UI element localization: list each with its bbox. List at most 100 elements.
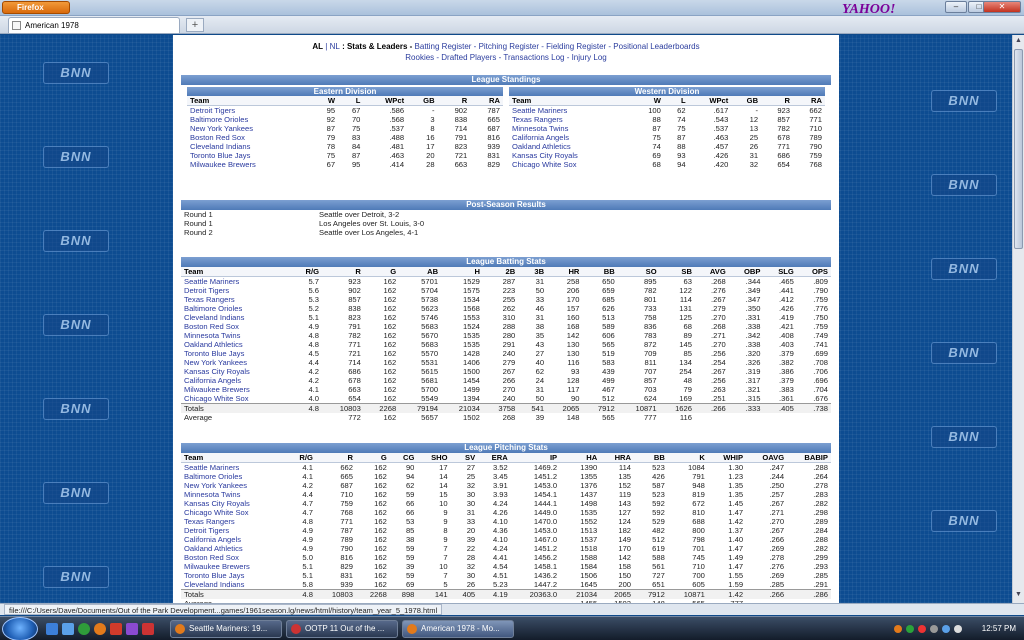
team-link[interactable]: Toronto Blue Jays	[184, 571, 244, 580]
tab-american-1978[interactable]: American 1978	[8, 17, 180, 33]
team-link[interactable]: Boston Red Sox	[184, 322, 239, 331]
nav-transactions-log-link[interactable]: Transactions Log	[503, 53, 564, 62]
firefox-menu-button[interactable]: Firefox	[2, 1, 70, 14]
volume-icon[interactable]	[954, 625, 962, 633]
app-icon[interactable]	[142, 623, 154, 635]
clock[interactable]: 12:57 PM	[982, 620, 1016, 638]
table-cell: 93	[570, 367, 580, 376]
table-cell: .298	[813, 508, 828, 517]
nav-fielding-register-link[interactable]: Fielding Register	[546, 42, 606, 51]
team-link[interactable]: Detroit Tigers	[184, 526, 229, 535]
table-cell: 665	[340, 472, 353, 481]
vertical-scrollbar[interactable]: ▲ ▼	[1012, 35, 1024, 603]
team-link[interactable]: Kansas City Royals	[184, 367, 250, 376]
table-cell: 5.23	[492, 580, 508, 589]
ie-icon[interactable]	[78, 623, 90, 635]
table-cell: 67	[326, 160, 336, 169]
media-icon[interactable]	[126, 623, 138, 635]
team-link[interactable]: Cleveland Indians	[190, 142, 250, 151]
team-link[interactable]: New York Yankees	[190, 124, 253, 133]
nav-injury-log-link[interactable]: Injury Log	[572, 53, 607, 62]
table-cell: 4.0	[308, 394, 319, 403]
show-desktop-icon[interactable]	[46, 623, 58, 635]
scroll-up-icon[interactable]: ▲	[1015, 37, 1022, 44]
column-header: WPct	[363, 96, 408, 106]
team-link[interactable]: Kansas City Royals	[184, 499, 250, 508]
table-cell: 148	[566, 413, 580, 422]
minimize-button[interactable]: –	[945, 1, 967, 13]
nav-batting-register-link[interactable]: Batting Register	[415, 42, 472, 51]
team-link[interactable]: Detroit Tigers	[184, 286, 229, 295]
team-link[interactable]: Seattle Mariners	[184, 277, 239, 286]
table-cell: 939	[340, 580, 353, 589]
scrollbar-thumb[interactable]	[1014, 49, 1023, 249]
firefox-quicklaunch-icon[interactable]	[94, 623, 106, 635]
team-link[interactable]: Boston Red Sox	[190, 133, 245, 142]
table-cell: 162	[383, 358, 397, 367]
start-button[interactable]	[2, 617, 38, 640]
column-header: L	[663, 96, 689, 106]
table-cell: 710	[809, 124, 822, 133]
network-icon[interactable]	[942, 625, 950, 633]
team-link[interactable]: Baltimore Orioles	[184, 304, 242, 313]
team-link[interactable]: Minnesota Twins	[184, 490, 240, 499]
team-link[interactable]: Chicago White Sox	[184, 394, 249, 403]
team-link[interactable]: Cleveland Indians	[184, 580, 244, 589]
app-icon[interactable]	[110, 623, 122, 635]
team-link[interactable]: Seattle Mariners	[184, 463, 239, 472]
tray-icon[interactable]	[894, 625, 902, 633]
table-cell: 4.9	[302, 526, 313, 535]
taskbar-item-ootp[interactable]: OOTP 11 Out of the ...	[286, 620, 398, 638]
table-cell: .268	[711, 322, 726, 331]
team-link[interactable]: Milwaukee Brewers	[184, 385, 250, 394]
table-cell: 1.45	[728, 499, 744, 508]
team-link[interactable]: Chicago White Sox	[184, 508, 249, 517]
table-cell: 5.8	[302, 580, 313, 589]
team-link[interactable]: Boston Red Sox	[184, 553, 239, 562]
table-cell: 75	[351, 124, 361, 133]
table-cell: 523	[652, 463, 665, 472]
team-link[interactable]: Chicago White Sox	[512, 160, 577, 169]
team-link[interactable]: Cleveland Indians	[184, 313, 244, 322]
scroll-down-icon[interactable]: ▼	[1015, 591, 1022, 598]
table-cell: 783	[643, 331, 657, 340]
team-link[interactable]: Oakland Athletics	[184, 340, 243, 349]
team-link[interactable]: Oakland Athletics	[184, 544, 243, 553]
team-link[interactable]: Texas Rangers	[512, 115, 563, 124]
team-link[interactable]: Seattle Mariners	[512, 106, 567, 115]
tray-icon[interactable]	[930, 625, 938, 633]
team-link[interactable]: Texas Rangers	[184, 517, 235, 526]
table-row: Round 2 Seattle over Los Angeles, 4-1	[181, 228, 831, 237]
team-link[interactable]: Texas Rangers	[184, 295, 235, 304]
team-link[interactable]: California Angels	[184, 535, 241, 544]
close-window-button[interactable]: ✕	[983, 1, 1021, 13]
window-title-bar: Firefox YAHOO! – □ ✕	[0, 0, 1024, 17]
team-link[interactable]: Toronto Blue Jays	[184, 349, 244, 358]
team-link[interactable]: Detroit Tigers	[190, 106, 235, 115]
team-link[interactable]: New York Yankees	[184, 358, 247, 367]
nav-drafted-players-link[interactable]: Drafted Players	[441, 53, 496, 62]
team-link[interactable]: Oakland Athletics	[512, 142, 571, 151]
taskbar-item-american-1978[interactable]: American 1978 - Mo...	[402, 620, 514, 638]
tray-icon[interactable]	[918, 625, 926, 633]
team-link[interactable]: Kansas City Royals	[512, 151, 578, 160]
team-link[interactable]: Baltimore Orioles	[190, 115, 248, 124]
team-link[interactable]: Baltimore Orioles	[184, 472, 242, 481]
tray-icon[interactable]	[906, 625, 914, 633]
team-link[interactable]: Milwaukee Brewers	[184, 562, 250, 571]
team-link[interactable]: New York Yankees	[184, 481, 247, 490]
team-link[interactable]: Toronto Blue Jays	[190, 151, 250, 160]
taskbar-item-seattle[interactable]: Seattle Mariners: 19...	[170, 620, 282, 638]
team-link[interactable]: California Angels	[512, 133, 569, 142]
team-link[interactable]: Minnesota Twins	[184, 331, 240, 340]
new-tab-button[interactable]: +	[186, 18, 204, 32]
nav-pitching-register-link[interactable]: Pitching Register	[479, 42, 539, 51]
nav-rookies-link[interactable]: Rookies	[405, 53, 434, 62]
explorer-icon[interactable]	[62, 623, 74, 635]
table-cell: .481	[389, 142, 405, 151]
team-link[interactable]: Minnesota Twins	[512, 124, 568, 133]
team-link[interactable]: Milwaukee Brewers	[190, 160, 256, 169]
team-link[interactable]: California Angels	[184, 376, 241, 385]
nav-nl-link[interactable]: NL	[330, 42, 340, 51]
nav-positional-leaderboards-link[interactable]: Positional Leaderboards	[613, 42, 699, 51]
